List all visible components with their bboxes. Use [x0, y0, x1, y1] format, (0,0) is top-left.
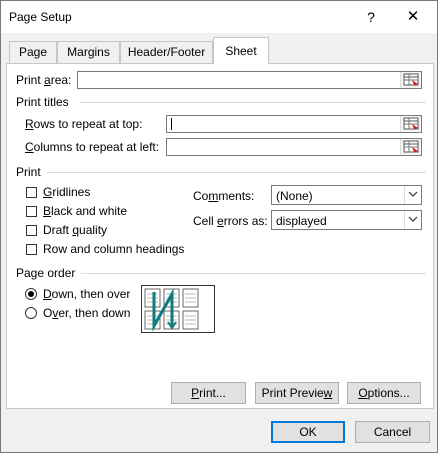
draft-quality-checkbox[interactable]	[26, 225, 37, 236]
gridlines-label[interactable]: Gridlines	[43, 185, 90, 199]
print-button[interactable]: Print...	[171, 382, 246, 404]
draft-quality-label[interactable]: Draft quality	[43, 223, 107, 237]
page-order-preview-icon	[141, 285, 215, 333]
cell-errors-value: displayed	[276, 214, 327, 228]
help-button[interactable]: ?	[357, 5, 385, 29]
row-col-headings-checkbox[interactable]	[26, 244, 37, 255]
cell-errors-select[interactable]: displayed	[271, 210, 422, 230]
page-order-heading: Page order	[16, 266, 76, 280]
black-white-checkbox[interactable]	[26, 206, 37, 217]
print-titles-heading: Print titles	[16, 95, 69, 109]
close-button[interactable]: ✕	[397, 5, 429, 29]
range-select-icon[interactable]	[400, 72, 421, 88]
cancel-button[interactable]: Cancel	[355, 421, 430, 443]
print-area-label: Print area:	[16, 73, 72, 87]
text-cursor	[171, 118, 172, 130]
page-setup-dialog: Page Setup ? ✕ Page Margins Header/Foote…	[0, 0, 438, 453]
divider	[81, 273, 426, 274]
print-area-field[interactable]	[77, 71, 422, 89]
comments-value: (None)	[276, 189, 313, 203]
range-select-icon[interactable]	[400, 139, 421, 155]
rows-repeat-field[interactable]	[166, 115, 422, 133]
tab-strip: Page Margins Header/Footer Sheet	[1, 33, 437, 64]
comments-label: Comments:	[193, 189, 255, 203]
sheet-panel: Print area: Print titles Rows to repeat …	[6, 63, 434, 409]
over-then-down-label[interactable]: Over, then down	[43, 306, 130, 320]
comments-select[interactable]: (None)	[271, 185, 422, 205]
chevron-down-icon[interactable]	[404, 211, 421, 229]
tab-margins[interactable]: Margins	[57, 41, 120, 63]
rows-repeat-label: Rows to repeat at top:	[25, 117, 143, 131]
options-button[interactable]: Options...	[347, 382, 421, 404]
cell-errors-label: Cell errors as:	[193, 214, 268, 228]
range-select-icon[interactable]	[400, 116, 421, 132]
dialog-title: Page Setup	[9, 10, 72, 24]
tab-page[interactable]: Page	[9, 41, 57, 63]
tab-header-footer[interactable]: Header/Footer	[120, 41, 213, 63]
title-bar: Page Setup ? ✕	[1, 1, 437, 33]
divider	[80, 102, 426, 103]
gridlines-checkbox[interactable]	[26, 187, 37, 198]
chevron-down-icon[interactable]	[404, 186, 421, 204]
print-heading: Print	[16, 165, 41, 179]
columns-repeat-label: Columns to repeat at left:	[25, 140, 160, 154]
down-then-over-radio[interactable]	[25, 288, 37, 300]
down-then-over-label[interactable]: Down, then over	[43, 287, 130, 301]
divider	[47, 172, 426, 173]
row-col-headings-label[interactable]: Row and column headings	[43, 242, 184, 256]
ok-button[interactable]: OK	[271, 421, 345, 443]
print-preview-button[interactable]: Print Preview	[255, 382, 339, 404]
black-white-label[interactable]: Black and white	[43, 204, 127, 218]
over-then-down-radio[interactable]	[25, 307, 37, 319]
tab-sheet[interactable]: Sheet	[213, 37, 269, 64]
columns-repeat-field[interactable]	[166, 138, 422, 156]
